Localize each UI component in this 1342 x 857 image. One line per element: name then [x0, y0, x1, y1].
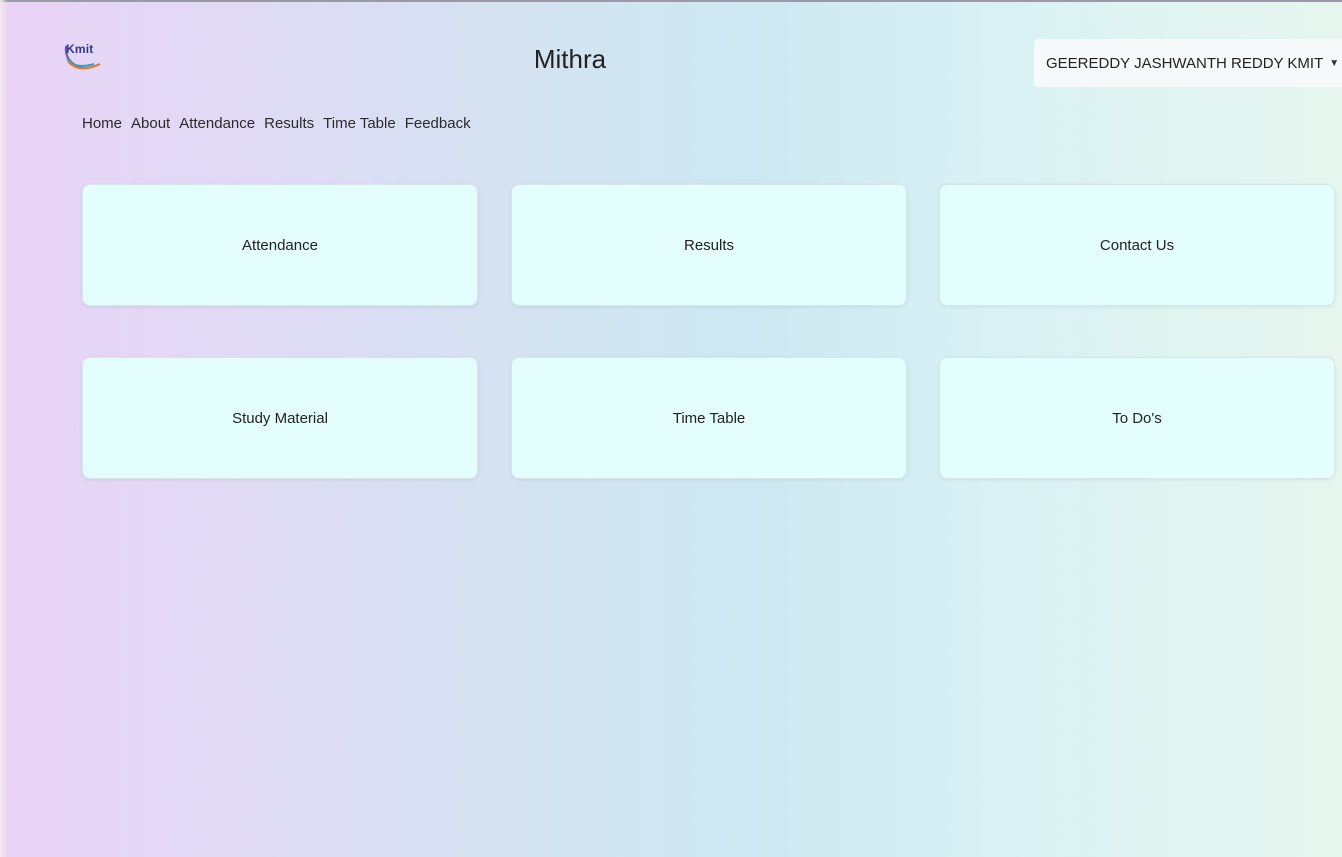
main-nav: Home About Attendance Results Time Table… — [82, 115, 480, 132]
window-top-border — [0, 0, 1342, 2]
nav-home[interactable]: Home — [82, 115, 122, 132]
caret-down-icon: ▼ — [1329, 57, 1340, 69]
card-to-dos[interactable]: To Do's — [939, 357, 1335, 479]
nav-time-table[interactable]: Time Table — [323, 115, 396, 132]
card-label: Results — [683, 236, 735, 254]
card-label: Contact Us — [1099, 236, 1175, 254]
card-label: Attendance — [242, 236, 318, 254]
logo-text: Kmit — [66, 42, 94, 56]
app-title: Mithra — [533, 44, 607, 74]
card-contact-us[interactable]: Contact Us — [939, 184, 1335, 306]
nav-feedback[interactable]: Feedback — [405, 115, 471, 132]
card-study-material[interactable]: Study Material — [82, 357, 478, 479]
card-label: Time Table — [672, 409, 746, 427]
card-label: Study Material — [232, 409, 328, 427]
user-dropdown[interactable]: GEEREDDY JASHWANTH REDDY KMIT ▼ — [1034, 39, 1342, 87]
card-label: To Do's — [1112, 409, 1162, 427]
nav-results[interactable]: Results — [264, 115, 314, 132]
card-results[interactable]: Results — [511, 184, 907, 306]
user-name: GEEREDDY JASHWANTH REDDY KMIT — [1046, 54, 1324, 72]
nav-about[interactable]: About — [131, 115, 170, 132]
window-left-edge — [0, 0, 8, 857]
kmit-logo[interactable]: Kmit — [60, 40, 110, 80]
card-attendance[interactable]: Attendance — [82, 184, 478, 306]
nav-attendance[interactable]: Attendance — [179, 115, 255, 132]
card-time-table[interactable]: Time Table — [511, 357, 907, 479]
